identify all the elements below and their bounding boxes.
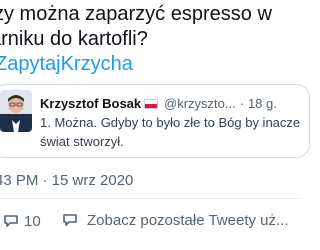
author-avatar[interactable] bbox=[0, 90, 32, 132]
hashtag-link[interactable]: ZapytajKrzycha bbox=[0, 52, 133, 76]
tweet-time: · 18 g. bbox=[240, 96, 277, 111]
author-name[interactable]: Krzysztof Bosak bbox=[40, 96, 141, 112]
reply-icon[interactable] bbox=[2, 212, 20, 230]
divider bbox=[0, 198, 300, 199]
more-tweets-link[interactable]: Zobacz pozostałe Tweety uż... bbox=[87, 212, 289, 230]
chat-icon[interactable] bbox=[61, 211, 79, 229]
tweet-text-line-1: zy można zaparzyć espresso w bbox=[0, 3, 272, 25]
author-handle[interactable]: @krzyszto... bbox=[164, 96, 236, 112]
reply-count: 10 bbox=[24, 213, 41, 230]
quoted-text-line-2: świat stworzył. bbox=[40, 134, 124, 149]
quoted-text-line-1: 1. Można. Gdyby to było złe to Bóg by in… bbox=[40, 115, 301, 130]
tweet-text-line-2: arniku do kartofli? bbox=[0, 28, 148, 50]
flag-icon bbox=[144, 99, 158, 109]
tweet-meta: 43 PM · 15 wrz 2020 bbox=[0, 172, 134, 189]
